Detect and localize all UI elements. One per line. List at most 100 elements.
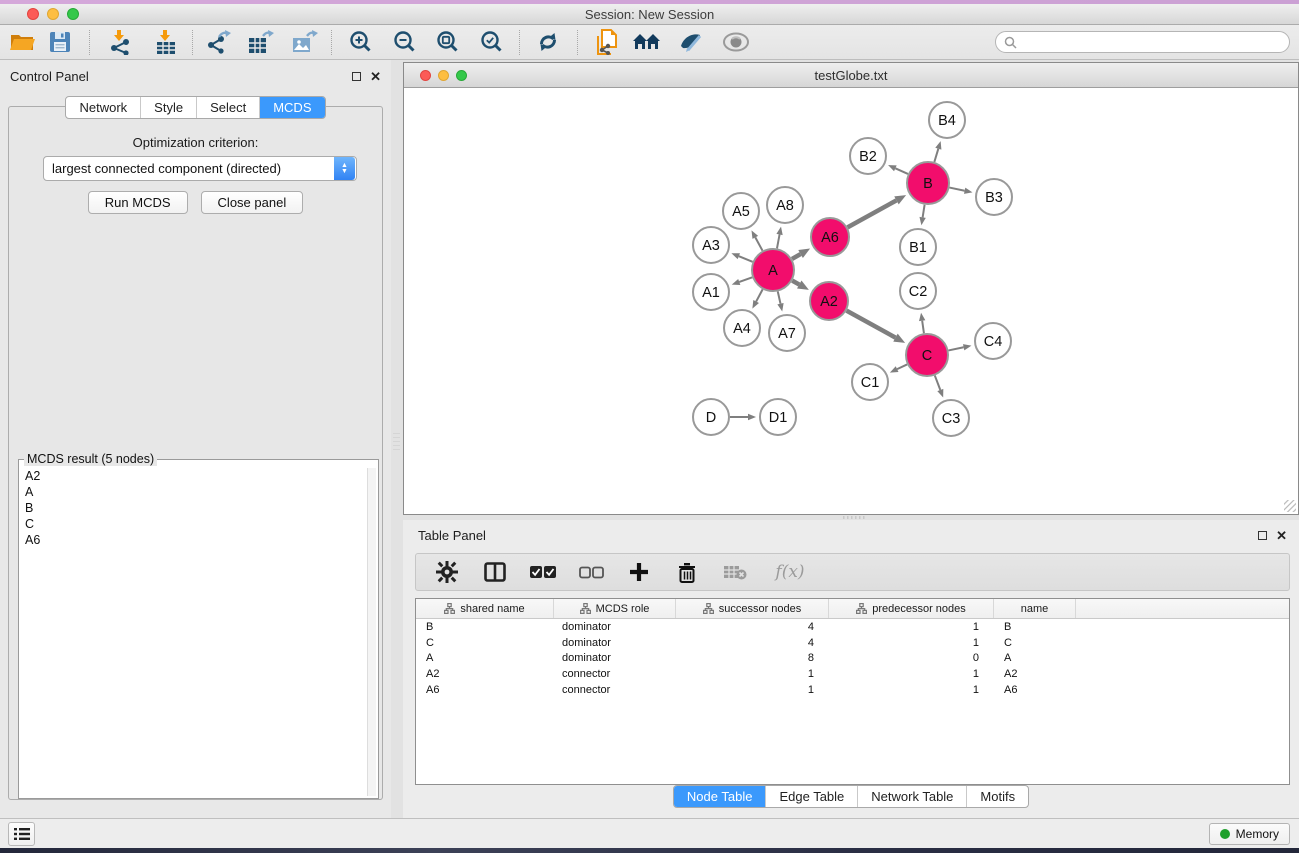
cell[interactable]: dominator	[554, 637, 676, 649]
cell[interactable]: connector	[554, 684, 676, 696]
cell[interactable]: B	[416, 621, 554, 633]
divider-grip[interactable]	[843, 516, 865, 519]
zoom-selected-button[interactable]	[474, 27, 510, 57]
node-C[interactable]: C	[906, 334, 948, 376]
memory-button[interactable]: Memory	[1209, 823, 1290, 845]
column-header-predecessor-nodes[interactable]: predecessor nodes	[829, 599, 994, 618]
cell[interactable]: A6	[994, 684, 1076, 696]
node-A3[interactable]: A3	[693, 227, 729, 263]
edge-C-C2[interactable]	[919, 313, 925, 333]
tab-style[interactable]: Style	[140, 97, 196, 118]
tab-edge-table[interactable]: Edge Table	[765, 786, 857, 807]
mcds-result-item[interactable]: A2	[21, 468, 366, 484]
vertical-split-divider[interactable]	[391, 60, 403, 818]
node-B[interactable]: B	[907, 162, 949, 204]
export-image-button[interactable]	[287, 27, 323, 57]
cell[interactable]: A6	[416, 684, 554, 696]
cell[interactable]: 4	[676, 621, 829, 633]
import-network-button[interactable]	[102, 27, 138, 57]
node-A6[interactable]: A6	[811, 218, 849, 256]
tab-network[interactable]: Network	[66, 97, 140, 118]
table-row[interactable]: A2connector11A2	[416, 666, 1289, 682]
cell[interactable]: A2	[994, 668, 1076, 680]
node-A2[interactable]: A2	[810, 282, 848, 320]
tab-network-table[interactable]: Network Table	[857, 786, 966, 807]
function-builder-button[interactable]: f(x)	[770, 562, 810, 582]
node-A4[interactable]: A4	[724, 310, 760, 346]
edge-A-A3[interactable]	[731, 253, 752, 262]
edge-D-D1[interactable]	[730, 414, 756, 420]
edge-C-C4[interactable]	[949, 344, 972, 350]
float-table-panel-icon[interactable]	[1258, 531, 1267, 540]
task-history-button[interactable]	[8, 822, 35, 846]
cell[interactable]: 1	[676, 668, 829, 680]
mcds-result-item[interactable]: A6	[21, 532, 366, 548]
node-A1[interactable]: A1	[693, 274, 729, 310]
tab-mcds[interactable]: MCDS	[259, 97, 324, 118]
column-header-successor-nodes[interactable]: successor nodes	[676, 599, 829, 618]
node-B3[interactable]: B3	[976, 179, 1012, 215]
network-graph[interactable]: B4B2BB3A8A5A6A3B1AC2A1A2A4A7C4CC1C3DD1	[404, 88, 1298, 514]
network-overview-button[interactable]	[629, 27, 665, 57]
network-canvas[interactable]: B4B2BB3A8A5A6A3B1AC2A1A2A4A7C4CC1C3DD1	[404, 88, 1298, 514]
close-panel-icon[interactable]: ✕	[370, 72, 381, 81]
edge-A-A7[interactable]	[777, 291, 783, 311]
run-mcds-button[interactable]: Run MCDS	[88, 191, 188, 214]
divider-grip[interactable]	[393, 430, 400, 452]
cell[interactable]: 1	[829, 621, 994, 633]
edge-A2-C[interactable]	[847, 311, 906, 343]
edge-B-B1[interactable]	[919, 205, 925, 226]
result-scrollbar[interactable]	[367, 468, 376, 796]
edge-A-A4[interactable]	[752, 289, 762, 308]
zoom-out-button[interactable]	[387, 27, 423, 57]
table-options-button[interactable]	[434, 561, 460, 583]
edge-A-A8[interactable]	[776, 227, 782, 249]
cell[interactable]: dominator	[554, 621, 676, 633]
node-C3[interactable]: C3	[933, 400, 969, 436]
search-input[interactable]	[1022, 35, 1281, 49]
cell[interactable]: 1	[829, 684, 994, 696]
optimization-criterion-dropdown[interactable]: largest connected component (directed) ▲…	[43, 156, 357, 181]
tab-motifs[interactable]: Motifs	[966, 786, 1028, 807]
import-table-button[interactable]	[148, 27, 184, 57]
node-A[interactable]: A	[752, 249, 794, 291]
cell[interactable]: C	[416, 637, 554, 649]
export-network-button[interactable]	[200, 27, 236, 57]
save-session-button[interactable]	[42, 27, 78, 57]
cell[interactable]: A2	[416, 668, 554, 680]
cell[interactable]: 8	[676, 652, 829, 664]
table-row[interactable]: A6connector11A6	[416, 682, 1289, 698]
column-header-name[interactable]: name	[994, 599, 1076, 618]
show-hide-annotations-button[interactable]	[673, 27, 709, 57]
mcds-result-item[interactable]: C	[21, 516, 366, 532]
network-window-titlebar[interactable]: testGlobe.txt	[404, 63, 1298, 88]
node-C4[interactable]: C4	[975, 323, 1011, 359]
mcds-result-item[interactable]: B	[21, 500, 366, 516]
cell[interactable]: B	[994, 621, 1076, 633]
edge-B-B3[interactable]	[950, 188, 973, 194]
edge-B-B2[interactable]	[888, 165, 908, 174]
edge-A-A1[interactable]	[732, 277, 753, 285]
cell[interactable]: 1	[829, 668, 994, 680]
edge-C-C1[interactable]	[890, 364, 907, 372]
tab-select[interactable]: Select	[196, 97, 259, 118]
edge-A-A6[interactable]	[792, 249, 810, 259]
cell[interactable]: 4	[676, 637, 829, 649]
node-B2[interactable]: B2	[850, 138, 886, 174]
cell[interactable]: 1	[829, 637, 994, 649]
tab-node-table[interactable]: Node Table	[674, 786, 766, 807]
delete-columns-button[interactable]	[674, 562, 700, 583]
edge-A-A5[interactable]	[751, 230, 762, 250]
create-column-button[interactable]	[626, 562, 652, 582]
table-row[interactable]: Bdominator41B	[416, 619, 1289, 635]
column-header-shared-name[interactable]: shared name	[416, 599, 554, 618]
search-field[interactable]	[995, 31, 1290, 53]
node-A8[interactable]: A8	[767, 187, 803, 223]
node-D[interactable]: D	[693, 399, 729, 435]
zoom-fit-button[interactable]	[430, 27, 466, 57]
cell[interactable]: 0	[829, 652, 994, 664]
table-row[interactable]: Adominator80A	[416, 651, 1289, 667]
open-file-button[interactable]	[4, 27, 40, 57]
node-C2[interactable]: C2	[900, 273, 936, 309]
edge-A6-B[interactable]	[848, 195, 907, 227]
